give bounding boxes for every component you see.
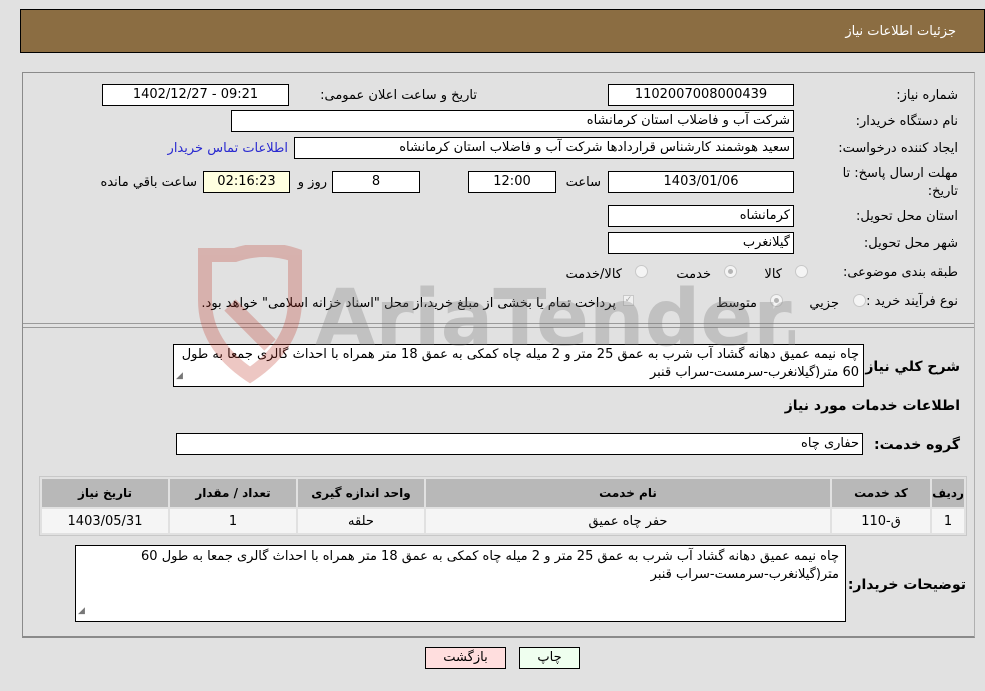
- category-radio-service[interactable]: [724, 265, 737, 278]
- col-header-need-date: تاریخ نیاز: [42, 479, 168, 507]
- days-label: روز و: [297, 175, 327, 190]
- details-panel: شماره نیاز: 1102007008000439 تاریخ و ساع…: [22, 72, 975, 638]
- service-group-field: حفاری چاه: [176, 433, 863, 455]
- services-table: ردیف کد خدمت نام خدمت واحد اندازه گیری ت…: [39, 476, 967, 536]
- cell-need-date: 1403/05/31: [42, 509, 168, 533]
- cell-unit: حلقه: [298, 509, 424, 533]
- col-header-quantity: تعداد / مقدار: [170, 479, 296, 507]
- announce-datetime-label: تاریخ و ساعت اعلان عمومی:: [320, 88, 477, 103]
- city-field: گیلانغرب: [608, 232, 794, 254]
- treasury-note: پرداخت تمام یا بخشی از مبلغ خرید،از محل …: [201, 296, 616, 311]
- divider: [23, 327, 974, 328]
- purchase-radio-medium[interactable]: [770, 294, 783, 307]
- deadline-time-label: ساعت: [565, 175, 601, 190]
- buyer-org-label: نام دستگاه خریدار:: [855, 114, 958, 129]
- time-remaining-field: 02:16:23: [203, 171, 290, 193]
- purchase-type-label: نوع فرآیند خرید :: [866, 294, 958, 309]
- buyer-contact-link[interactable]: اطلاعات تماس خریدار: [168, 141, 288, 156]
- category-radio-goods[interactable]: [795, 265, 808, 278]
- cell-service-name: حفر چاه عمیق: [426, 509, 830, 533]
- deadline-time-field: 12:00: [468, 171, 556, 193]
- category-label: طبقه بندی موضوعی:: [842, 265, 958, 280]
- category-option-service: خدمت: [676, 267, 711, 282]
- resize-grip-icon[interactable]: ◢: [176, 367, 183, 385]
- province-field: کرمانشاه: [608, 205, 794, 227]
- requester-label: ایجاد کننده درخواست:: [838, 141, 958, 156]
- description-textarea[interactable]: چاه نیمه عمیق دهانه گشاد آب شرب به عمق 2…: [173, 344, 864, 387]
- buyer-notes-label: توضیحات خریدار:: [847, 577, 966, 593]
- col-header-service-name: نام خدمت: [426, 479, 830, 507]
- purchase-option-medium: متوسط: [716, 296, 757, 311]
- category-option-goods-service: کالا/خدمت: [565, 267, 622, 282]
- requester-field: سعید هوشمند کارشناس قراردادها شرکت آب و …: [294, 137, 794, 159]
- category-radio-goods-service[interactable]: [635, 265, 648, 278]
- deadline-label: مهلت ارسال پاسخ: تا تاریخ:: [842, 166, 958, 199]
- col-header-row-number: ردیف: [932, 479, 964, 507]
- service-group-label: گروه خدمت:: [874, 437, 960, 453]
- print-button[interactable]: چاپ: [519, 647, 580, 669]
- services-section-title: اطلاعات خدمات مورد نیاز: [784, 398, 960, 414]
- time-remaining-label: ساعت باقي مانده: [100, 175, 197, 190]
- deadline-date-field: 1403/01/06: [608, 171, 794, 193]
- page-title: جزئیات اطلاعات نیاز: [845, 24, 956, 39]
- col-header-service-code: کد خدمت: [832, 479, 930, 507]
- category-option-goods: کالا: [764, 267, 782, 282]
- province-label: استان محل تحویل:: [856, 209, 958, 224]
- need-number-label: شماره نیاز:: [896, 88, 958, 103]
- cell-quantity: 1: [170, 509, 296, 533]
- city-label: شهر محل تحویل:: [863, 236, 958, 251]
- divider: [23, 323, 974, 324]
- buyer-org-field: شرکت آب و فاضلاب استان کرمانشاه: [231, 110, 794, 132]
- page-header: جزئیات اطلاعات نیاز: [20, 9, 985, 53]
- buyer-notes-textarea[interactable]: چاه نیمه عمیق دهانه گشاد آب شرب به عمق 2…: [75, 545, 846, 622]
- col-header-unit: واحد اندازه گیری: [298, 479, 424, 507]
- purchase-radio-minor[interactable]: [853, 294, 866, 307]
- resize-grip-icon[interactable]: ◢: [78, 602, 85, 620]
- back-button[interactable]: بازگشت: [425, 647, 506, 669]
- description-text: چاه نیمه عمیق دهانه گشاد آب شرب به عمق 2…: [181, 347, 859, 380]
- need-number-field: 1102007008000439: [608, 84, 794, 106]
- table-header-row: ردیف کد خدمت نام خدمت واحد اندازه گیری ت…: [42, 479, 964, 507]
- cell-row-number: 1: [932, 509, 964, 533]
- buyer-notes-text: چاه نیمه عمیق دهانه گشاد آب شرب به عمق 2…: [141, 549, 839, 582]
- description-label: شرح کلي نیاز:: [859, 359, 960, 375]
- table-row: 1 ق-110 حفر چاه عمیق حلقه 1 1403/05/31: [42, 509, 964, 533]
- treasury-checkbox[interactable]: ✓: [623, 295, 634, 306]
- announce-datetime-field: 1402/12/27 - 09:21: [102, 84, 289, 106]
- purchase-option-minor: جزيي: [809, 296, 839, 311]
- cell-service-code: ق-110: [832, 509, 930, 533]
- days-remaining-field: 8: [332, 171, 420, 193]
